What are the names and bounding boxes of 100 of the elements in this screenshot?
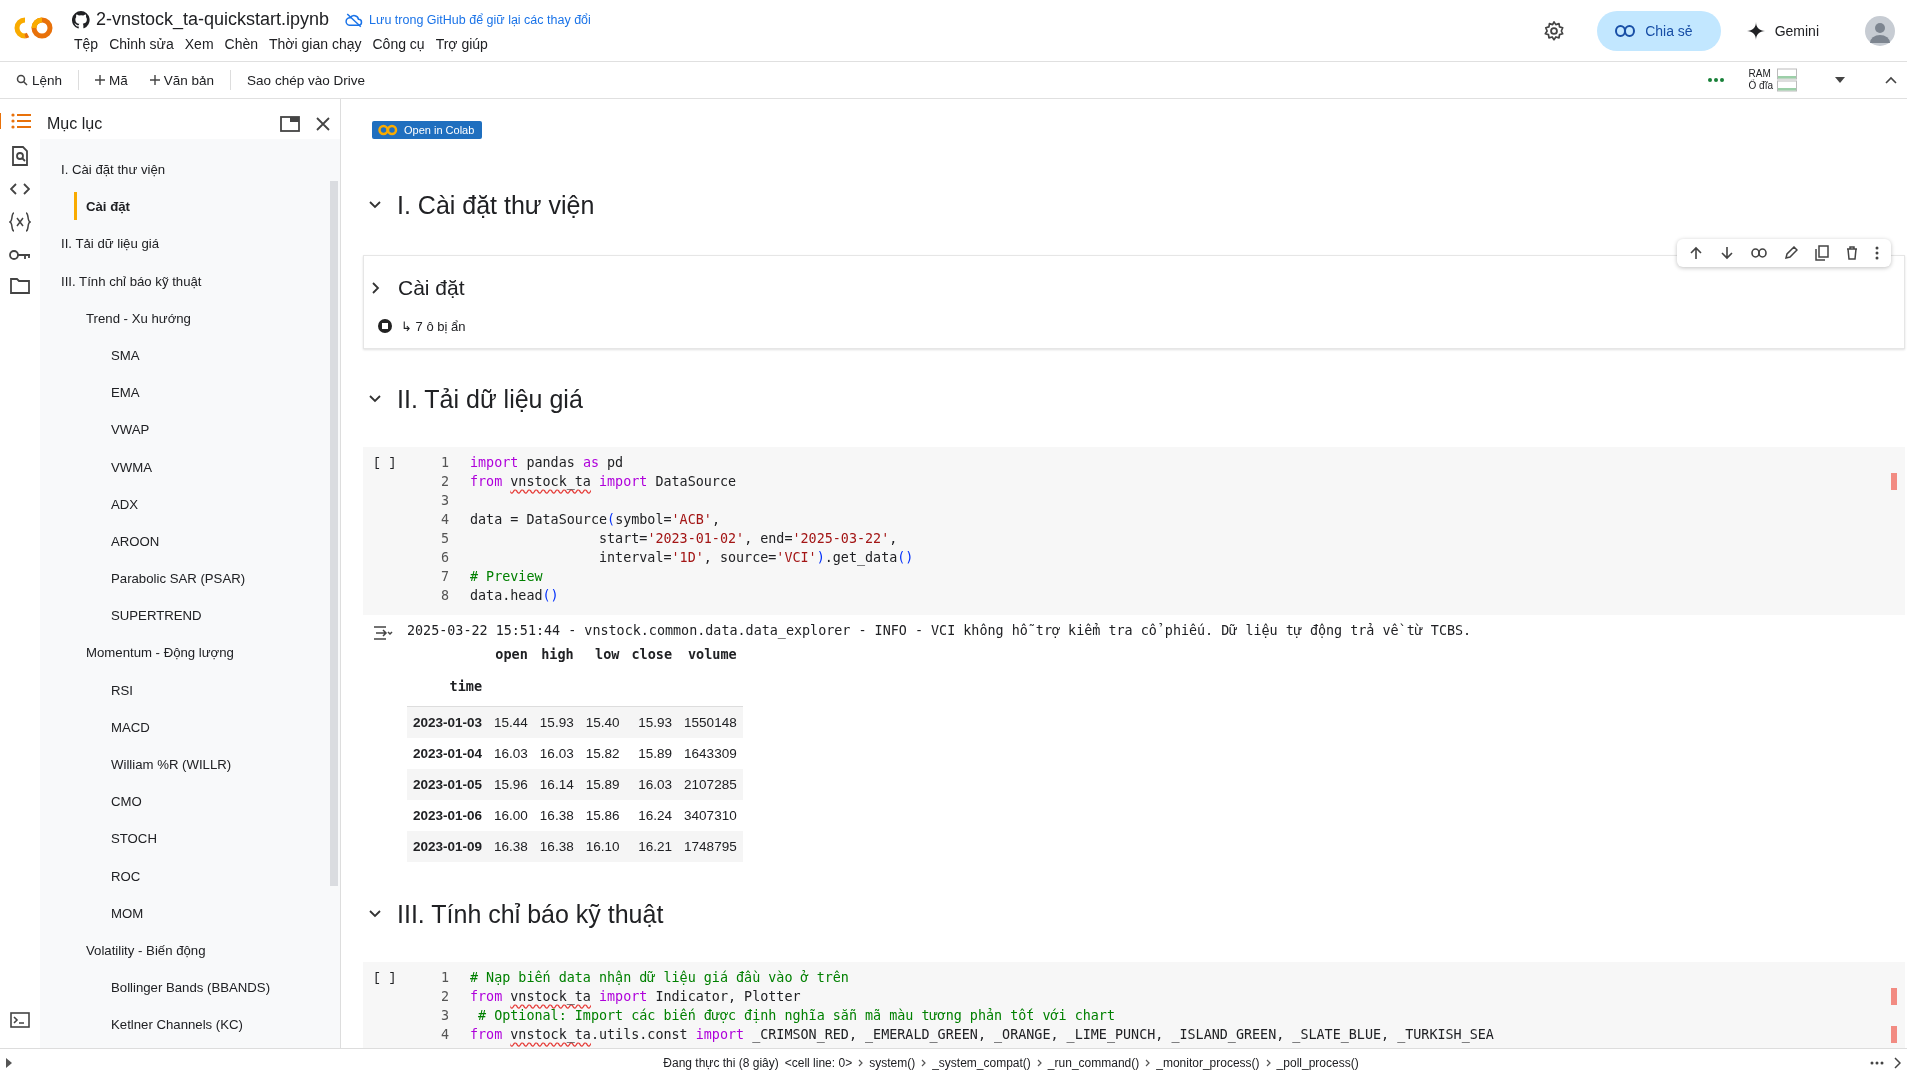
more-horizontal-icon[interactable] — [1870, 1060, 1884, 1065]
chevron-icon[interactable] — [372, 282, 380, 294]
toc-item[interactable]: William %R (WILLR) — [40, 754, 340, 792]
arrow-up-icon[interactable] — [1689, 246, 1703, 260]
menu-item[interactable]: Thời gian chạy — [269, 36, 362, 52]
arrow-down-icon[interactable] — [1720, 246, 1734, 260]
panel-title: Mục lục — [47, 115, 104, 133]
hidden-cells-note[interactable]: ↳ 7 ô bị ẩn — [401, 318, 466, 334]
copy-to-drive-button[interactable]: Sao chép vào Drive — [241, 68, 371, 92]
settings-icon[interactable] — [1543, 19, 1566, 42]
toc-item[interactable]: MOM — [40, 902, 340, 940]
scrollbar-thumb[interactable] — [330, 181, 338, 886]
folder-icon[interactable] — [10, 278, 30, 294]
stack-frame-link[interactable]: <cell line: 0> — [784, 1055, 853, 1070]
toc-item[interactable]: Trend - Xu hướng — [40, 307, 340, 345]
menu-item[interactable]: Trợ giúp — [435, 36, 488, 52]
stop-icon[interactable] — [377, 318, 393, 334]
toc-item[interactable]: EMA — [40, 382, 340, 420]
variables-icon[interactable] — [9, 212, 31, 232]
save-note-link[interactable]: Lưu trong GitHub để giữ lại các thay đổi — [369, 12, 591, 27]
line-number: 7 — [439, 569, 449, 584]
expand-caret-icon[interactable] — [6, 1057, 12, 1068]
code-line: start='2023-01-02', end='2025-03-22', — [598, 531, 898, 546]
menu-item[interactable]: Chèn — [224, 36, 259, 52]
output-toggle-icon[interactable] — [373, 625, 393, 641]
table-cell: 16.38 — [533, 831, 580, 862]
toc-item[interactable]: Parabolic SAR (PSAR) — [40, 568, 340, 606]
copy-icon[interactable] — [1815, 245, 1829, 261]
stack-frame-link[interactable]: _system_compat() — [932, 1055, 1031, 1070]
chevron-right-icon[interactable] — [1894, 1056, 1901, 1069]
toc-item[interactable]: II. Tải dữ liệu giá — [40, 233, 340, 271]
table-of-contents-icon[interactable] — [11, 113, 31, 129]
code-cell[interactable] — [363, 447, 1905, 615]
link-icon[interactable] — [1751, 248, 1767, 258]
close-icon[interactable] — [316, 117, 330, 131]
colab-logo-icon[interactable] — [14, 16, 54, 40]
run-cell-button[interactable]: [ ] — [363, 968, 419, 1044]
toc-item[interactable]: ROC — [40, 865, 340, 903]
line-number: 3 — [439, 1008, 449, 1023]
pencil-icon[interactable] — [1784, 246, 1798, 260]
table-cell: 1550148 — [678, 706, 743, 738]
toc-item[interactable]: Ketlner Channels (KC) — [40, 1014, 340, 1048]
terminal-icon[interactable] — [10, 1012, 30, 1028]
key-icon[interactable] — [9, 249, 31, 261]
stack-frame-link[interactable]: system() — [869, 1055, 916, 1070]
toc-item[interactable]: VWMA — [40, 456, 340, 494]
stack-frame-link[interactable]: _poll_process() — [1276, 1055, 1359, 1070]
chevron-icon[interactable] — [369, 910, 381, 918]
toc-item[interactable]: SMA — [40, 344, 340, 383]
dropdown-caret-icon[interactable] — [1835, 77, 1845, 83]
menu-item[interactable]: Chỉnh sửa — [109, 36, 174, 52]
toc-item[interactable]: Volatility - Biến động — [40, 939, 340, 978]
table-cell: 16.03 — [533, 738, 580, 769]
toc-item[interactable]: RSI — [40, 679, 340, 717]
menu-item[interactable]: Tệp — [74, 36, 99, 52]
code-line: # Optional: Import các biến được định nghĩa sẵn mã màu tương phản tốt với chart — [477, 1008, 1115, 1023]
code-cell[interactable] — [363, 962, 1905, 1048]
code-line: data = DataSource(symbol='ACB', — [470, 512, 720, 527]
more-vertical-icon[interactable] — [1875, 246, 1879, 260]
code-icon[interactable] — [10, 183, 30, 195]
toc-item[interactable]: Bollinger Bands (BBANDS) — [40, 977, 340, 1015]
menu-item[interactable]: Xem — [184, 36, 214, 52]
toc-item[interactable]: Momentum - Động lượng — [40, 642, 340, 680]
add-code-button[interactable]: Mã — [89, 68, 134, 92]
table-cell: 16.38 — [488, 831, 534, 862]
command-button[interactable]: Lệnh — [10, 68, 69, 92]
menu-item[interactable]: Công cụ — [372, 36, 425, 52]
find-icon[interactable] — [11, 146, 29, 166]
toc-item[interactable]: ADX — [40, 493, 340, 531]
gemini-button[interactable]: Gemini — [1740, 20, 1825, 41]
add-text-button[interactable]: Văn bản — [143, 68, 221, 92]
text-cell[interactable]: Cài đặt ↳ 7 ô bị ẩn — [363, 255, 1905, 349]
trash-icon[interactable] — [1846, 246, 1858, 260]
line-number: 4 — [439, 1027, 449, 1042]
toc-item[interactable]: CMO — [40, 791, 340, 829]
notebook-title[interactable]: 2-vnstock_ta-quickstart.ipynb — [96, 9, 330, 30]
toc-item[interactable]: MACD — [40, 716, 340, 754]
open-in-tab-icon[interactable] — [280, 116, 300, 132]
open-in-colab-badge[interactable]: Open in Colab — [372, 121, 483, 139]
chevron-icon[interactable] — [369, 201, 381, 209]
resources-indicator[interactable]: RAM Ổ đĩa — [1748, 68, 1797, 92]
avatar-icon[interactable] — [1865, 15, 1895, 46]
stack-frame-link[interactable]: _run_command() — [1047, 1055, 1140, 1070]
line-number: 6 — [439, 550, 449, 565]
toc-item[interactable]: AROON — [40, 530, 340, 569]
share-button[interactable]: Chia sẻ — [1597, 10, 1721, 51]
toc-item[interactable]: VWAP — [40, 419, 340, 457]
chevron-right-icon — [1036, 1058, 1042, 1067]
line-number: 2 — [439, 474, 449, 489]
table-cell: 15.89 — [579, 769, 626, 800]
stack-frame-link[interactable]: _monitor_process() — [1156, 1055, 1260, 1070]
run-cell-button[interactable]: [ ] — [363, 453, 419, 605]
code-line: from vnstock_ta import DataSource — [470, 474, 737, 489]
toc-item[interactable]: STOCH — [40, 828, 340, 866]
toc-item[interactable]: III. Tính chỉ báo kỹ thuật — [40, 270, 340, 308]
toc-item[interactable]: I. Cài đặt thư viện — [40, 159, 340, 197]
toc-item[interactable]: SUPERTREND — [40, 605, 340, 643]
chevron-icon[interactable] — [369, 395, 381, 403]
collapse-caret-icon[interactable] — [1885, 76, 1897, 84]
table-cell: 1748795 — [678, 831, 743, 862]
